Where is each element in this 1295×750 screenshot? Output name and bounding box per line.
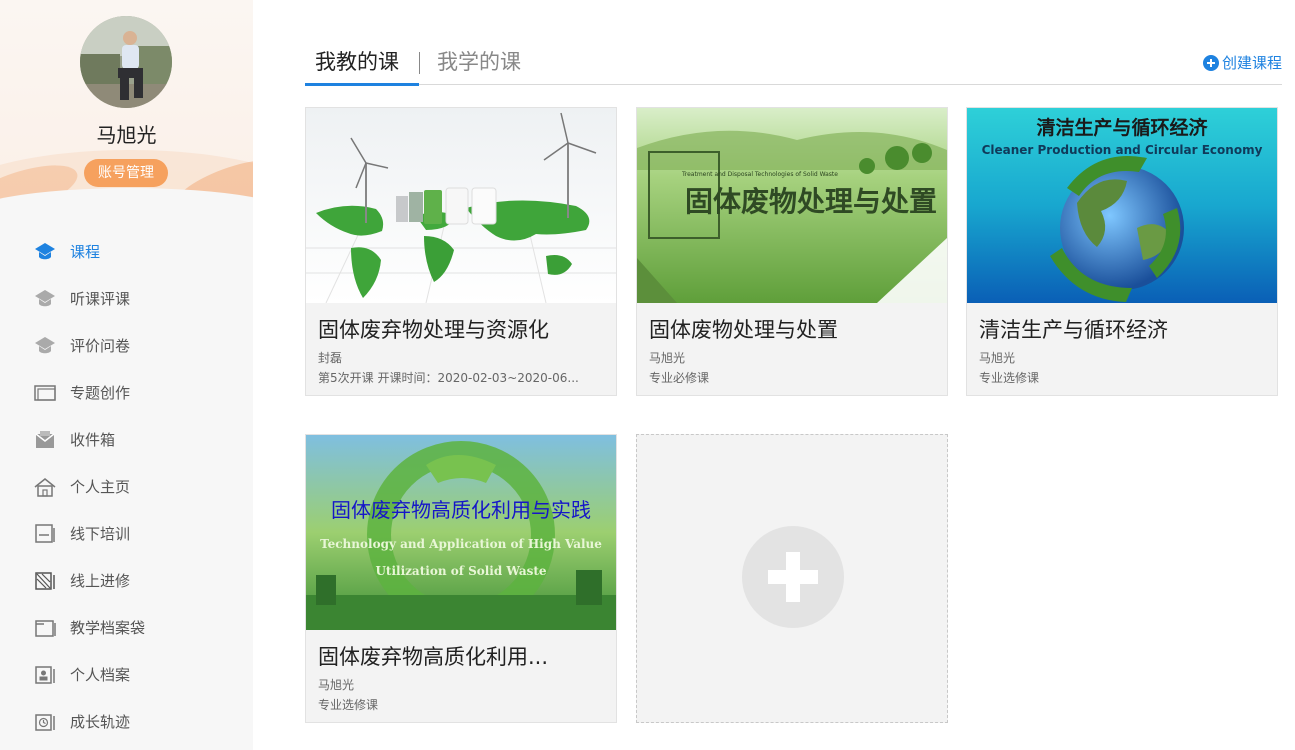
course-title: 固体废物处理与处置	[649, 318, 838, 342]
add-plus-icon	[742, 526, 844, 628]
plus-circle-icon	[1202, 54, 1219, 71]
folder-icon	[34, 617, 56, 639]
course-tabs: 我教的课 我学的课 创建课程	[305, 44, 1282, 86]
profile-panel: 马旭光 账号管理	[0, 0, 253, 205]
course-info: 第5次开课 开课时间：2020-02-03~2020-06...	[318, 371, 579, 385]
sidebar-item-label: 线上进修	[70, 572, 131, 590]
graduation-cap-icon	[34, 335, 56, 357]
sidebar-item-homepage[interactable]: 个人主页	[0, 463, 253, 510]
topic-icon	[34, 382, 56, 404]
course-card[interactable]: 固体废弃物高质化利用与实践 Technology and Application…	[305, 434, 617, 723]
course-info: 专业必修课	[649, 371, 710, 385]
cover-subtitle: Treatment and Disposal Technologies of S…	[681, 171, 838, 178]
course-teacher: 封磊	[318, 351, 343, 365]
sidebar-item-label: 听课评课	[70, 290, 131, 308]
sidebar-item-label: 收件箱	[70, 431, 116, 449]
inbox-icon	[34, 429, 56, 451]
course-info: 专业选修课	[318, 698, 379, 712]
sidebar-item-offline-training[interactable]: 线下培训	[0, 510, 253, 557]
cover-title: 固体废物处理与处置	[685, 185, 937, 218]
personal-file-icon	[34, 664, 56, 686]
sidebar-item-growth-track[interactable]: 成长轨迹	[0, 698, 253, 745]
graduation-cap-icon	[34, 288, 56, 310]
course-title: 固体废弃物高质化利用...	[318, 645, 549, 669]
avatar[interactable]	[80, 16, 172, 108]
home-icon	[34, 476, 56, 498]
add-course-card[interactable]	[636, 434, 948, 723]
cover-title: 清洁生产与循环经济	[1036, 116, 1208, 139]
course-info: 专业选修课	[979, 371, 1040, 385]
sidebar-nav: 课程 听课评课 评价问卷 专题创作 收件箱 个人主页 线下培训 线上进修 教学档…	[0, 228, 253, 745]
sidebar-item-lecture-review[interactable]: 听课评课	[0, 275, 253, 322]
course-card[interactable]: Treatment and Disposal Technologies of S…	[636, 107, 948, 396]
course-title: 固体废弃物处理与资源化	[318, 318, 549, 342]
sidebar-item-label: 线下培训	[70, 525, 131, 543]
graduation-cap-icon	[34, 241, 56, 263]
sidebar-item-personal-file[interactable]: 个人档案	[0, 651, 253, 698]
sidebar-item-label: 评价问卷	[70, 337, 131, 355]
sidebar-item-topic-creation[interactable]: 专题创作	[0, 369, 253, 416]
course-cover-image: Treatment and Disposal Technologies of S…	[637, 108, 947, 303]
growth-icon	[34, 711, 56, 733]
sidebar-item-label: 成长轨迹	[70, 713, 131, 731]
course-teacher: 马旭光	[318, 678, 355, 692]
course-teacher: 马旭光	[979, 351, 1016, 365]
active-tab-indicator	[305, 83, 419, 86]
course-cover-image: 清洁生产与循环经济 Cleaner Production and Circula…	[967, 108, 1277, 303]
sidebar-item-label: 专题创作	[70, 384, 131, 402]
sidebar-item-label: 教学档案袋	[70, 619, 146, 637]
create-course-label: 创建课程	[1221, 54, 1282, 72]
tab-divider	[419, 52, 420, 74]
course-card[interactable]: 清洁生产与循环经济 Cleaner Production and Circula…	[966, 107, 1278, 396]
sidebar-item-label: 个人主页	[70, 478, 131, 496]
course-teacher: 马旭光	[649, 351, 686, 365]
main-content: 我教的课 我学的课 创建课程 固体废弃物处理与资源化 封磊 第5次开课 开课时间…	[305, 0, 1282, 750]
course-cover-image	[306, 108, 616, 303]
account-management-button[interactable]: 账号管理	[84, 159, 168, 187]
cover-subtitle: Technology and Application of High Value	[320, 537, 602, 551]
tab-teaching-courses[interactable]: 我教的课	[315, 46, 399, 82]
offline-training-icon	[34, 523, 56, 545]
create-course-button[interactable]: 创建课程	[1202, 52, 1282, 73]
app: 马旭光 账号管理 课程 听课评课 评价问卷 专题创作 收件箱 个人主页 线下培训…	[0, 0, 1295, 750]
sidebar-item-inbox[interactable]: 收件箱	[0, 416, 253, 463]
course-card[interactable]: 固体废弃物处理与资源化 封磊 第5次开课 开课时间：2020-02-03~202…	[305, 107, 617, 396]
cover-subtitle: Cleaner Production and Circular Economy	[982, 143, 1263, 157]
sidebar-item-questionnaire[interactable]: 评价问卷	[0, 322, 253, 369]
course-title: 清洁生产与循环经济	[979, 318, 1168, 342]
cover-title: 固体废弃物高质化利用与实践	[331, 498, 591, 522]
sidebar-item-courses[interactable]: 课程	[0, 228, 253, 275]
sidebar-item-label: 课程	[70, 243, 101, 261]
cover-subtitle: Utilization of Solid Waste	[375, 564, 546, 578]
sidebar: 马旭光 账号管理 课程 听课评课 评价问卷 专题创作 收件箱 个人主页 线下培训…	[0, 0, 253, 750]
sidebar-item-teaching-portfolio[interactable]: 教学档案袋	[0, 604, 253, 651]
tab-learning-courses[interactable]: 我学的课	[437, 46, 521, 82]
sidebar-item-label: 个人档案	[70, 666, 131, 684]
course-cover-image: 固体废弃物高质化利用与实践 Technology and Application…	[306, 435, 616, 630]
sidebar-item-online-study[interactable]: 线上进修	[0, 557, 253, 604]
user-name: 马旭光	[96, 123, 157, 147]
online-study-icon	[34, 570, 56, 592]
